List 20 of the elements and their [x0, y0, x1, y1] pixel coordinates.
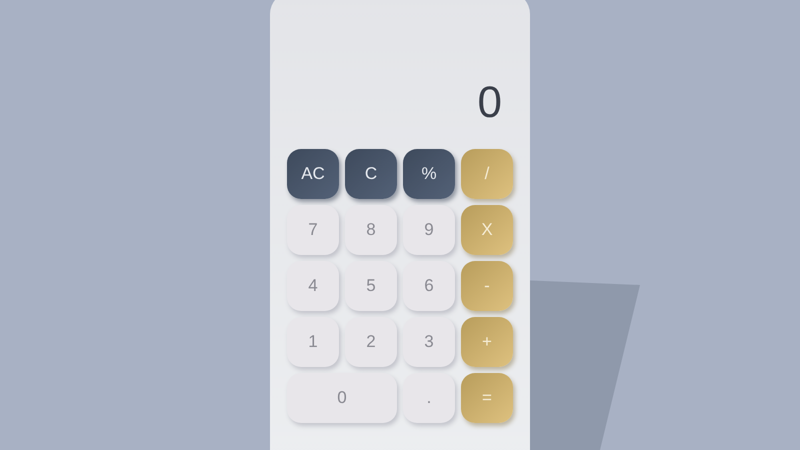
calculator-key[interactable]: 7 [287, 205, 339, 255]
calculator-key[interactable]: C [345, 149, 397, 199]
calculator-key[interactable]: 8 [345, 205, 397, 255]
display-value: 0 [478, 81, 502, 125]
calculator-key[interactable]: + [461, 317, 513, 367]
calculator-key[interactable]: / [461, 149, 513, 199]
calculator-key[interactable]: 4 [287, 261, 339, 311]
calculator-key[interactable]: 2 [345, 317, 397, 367]
calculator-key[interactable]: % [403, 149, 455, 199]
calculator-key[interactable]: X [461, 205, 513, 255]
calculator-key[interactable]: 1 [287, 317, 339, 367]
calculator-key[interactable]: 3 [403, 317, 455, 367]
calculator-key[interactable]: 0 [287, 373, 397, 423]
calculator-key[interactable]: . [403, 373, 455, 423]
calculator-key[interactable]: 6 [403, 261, 455, 311]
calculator-key[interactable]: = [461, 373, 513, 423]
calculator-key[interactable]: 5 [345, 261, 397, 311]
calculator-key[interactable]: 9 [403, 205, 455, 255]
calculator-key[interactable]: - [461, 261, 513, 311]
calculator-key[interactable]: AC [287, 149, 339, 199]
